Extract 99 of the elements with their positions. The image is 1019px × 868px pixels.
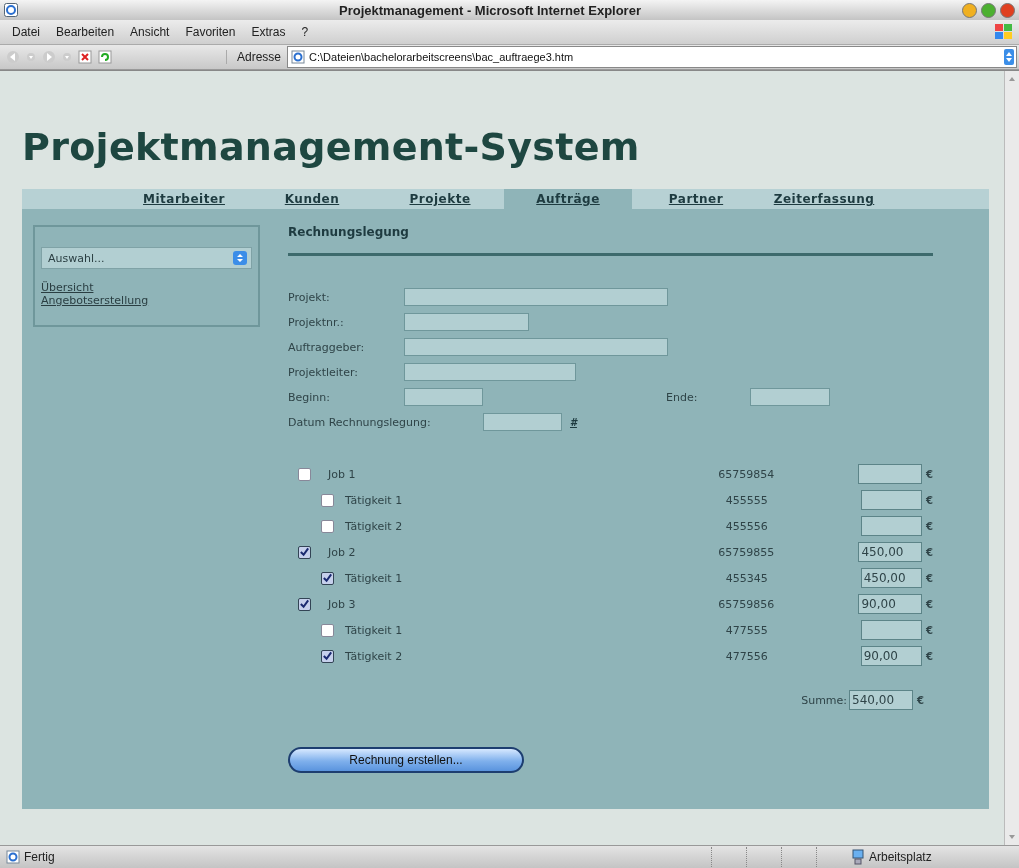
amount-field[interactable]: 450,00 xyxy=(858,542,923,562)
page-heading: Projektmanagement-System xyxy=(22,124,641,171)
checkbox[interactable] xyxy=(321,571,334,585)
dropdown-icon[interactable] xyxy=(26,52,36,62)
input-field[interactable] xyxy=(404,388,483,406)
field-label: Ende: xyxy=(666,390,699,404)
browser-icon xyxy=(4,3,18,17)
field-label: Datum Rechnungslegung: xyxy=(288,415,432,429)
job-label: Job 3 xyxy=(328,597,356,611)
job-number: 455555 xyxy=(725,493,769,507)
scrollbar[interactable] xyxy=(1004,71,1019,845)
nav-tab[interactable]: Zeiterfassung xyxy=(760,189,888,209)
currency-symbol: € xyxy=(926,572,933,584)
currency-symbol: € xyxy=(926,468,933,480)
field-label: Projektnr.: xyxy=(288,315,345,329)
menu-item[interactable]: Bearbeiten xyxy=(48,25,123,39)
menu-item[interactable]: Favoriten xyxy=(177,25,244,39)
checkbox[interactable] xyxy=(321,649,334,663)
menu-item[interactable]: ? xyxy=(293,25,317,39)
nav-tab[interactable]: Mitarbeiter xyxy=(120,189,248,209)
input-field[interactable] xyxy=(404,288,668,306)
nav-tab[interactable]: Projekte xyxy=(376,189,504,209)
close-button[interactable] xyxy=(1000,2,1015,18)
nav-tab[interactable]: Partner xyxy=(632,189,760,209)
sidebar-link[interactable]: Übersicht xyxy=(41,281,94,294)
amount-field[interactable]: 90,00 xyxy=(860,646,923,666)
job-label: Tätigkeit 1 xyxy=(345,623,403,637)
input-field[interactable] xyxy=(483,413,562,431)
checkbox[interactable] xyxy=(298,597,311,611)
checkbox[interactable] xyxy=(321,623,334,637)
windows-logo-icon xyxy=(993,22,1015,42)
job-number: 477555 xyxy=(725,623,769,637)
checkbox[interactable] xyxy=(298,545,311,559)
checkbox[interactable] xyxy=(298,467,311,481)
menu-item[interactable]: Datei xyxy=(4,25,48,39)
currency-symbol: € xyxy=(926,520,933,532)
scroll-down-icon[interactable] xyxy=(1008,833,1016,841)
field-label: Projekt: xyxy=(288,290,331,304)
currency-symbol: € xyxy=(926,650,933,662)
job-label: Tätigkeit 1 xyxy=(345,493,403,507)
checkbox[interactable] xyxy=(321,493,334,507)
nav-tab[interactable]: Aufträge xyxy=(504,189,632,209)
amount-field[interactable]: 90,00 xyxy=(858,594,923,614)
job-number: 455345 xyxy=(725,571,769,585)
input-field[interactable] xyxy=(404,313,529,331)
job-label: Tätigkeit 2 xyxy=(345,649,403,663)
sum-field[interactable]: 540,00 xyxy=(849,690,914,710)
field-label: Beginn: xyxy=(288,390,331,404)
job-label: Job 2 xyxy=(328,545,356,559)
address-field[interactable]: C:\Dateien\bachelorarbeitscreens\bac_auftraege3.htm xyxy=(287,46,1017,68)
checkbox[interactable] xyxy=(321,519,334,533)
menu-item[interactable]: Extras xyxy=(243,25,294,39)
page-icon xyxy=(6,850,20,864)
amount-field[interactable] xyxy=(860,620,923,640)
currency-symbol: € xyxy=(917,694,924,706)
back-icon[interactable] xyxy=(6,50,20,64)
create-invoice-button[interactable]: Rechnung erstellen... xyxy=(288,747,524,773)
stop-icon[interactable] xyxy=(78,50,92,64)
field-label: Auftraggeber: xyxy=(288,340,366,354)
input-field[interactable] xyxy=(750,388,830,406)
dropdown-icon xyxy=(233,251,247,265)
computer-icon xyxy=(851,849,865,865)
nav-tab[interactable]: Kunden xyxy=(248,189,376,209)
select-field[interactable]: Auswahl... xyxy=(41,247,252,269)
status-text: Fertig xyxy=(24,850,55,864)
dropdown-icon[interactable] xyxy=(62,52,72,62)
job-label: Tätigkeit 2 xyxy=(345,519,403,533)
currency-symbol: € xyxy=(926,598,933,610)
job-number: 455556 xyxy=(725,519,769,533)
refresh-icon[interactable] xyxy=(98,50,112,64)
zone-text: Arbeitsplatz xyxy=(869,850,933,864)
input-field[interactable] xyxy=(404,363,576,381)
date-picker-link[interactable]: # xyxy=(570,416,577,428)
maximize-button[interactable] xyxy=(981,2,996,18)
window-title: Projektmanagement - Microsoft Internet Explorer xyxy=(338,2,642,18)
amount-field[interactable]: 450,00 xyxy=(860,568,923,588)
section-title: Rechnungslegung xyxy=(288,225,410,241)
job-number: 65759854 xyxy=(718,467,776,481)
job-number: 477556 xyxy=(725,649,769,663)
amount-field[interactable] xyxy=(860,516,923,536)
amount-field[interactable] xyxy=(858,464,923,484)
menu-item[interactable]: Ansicht xyxy=(122,25,178,39)
scroll-up-icon[interactable] xyxy=(1008,75,1016,83)
currency-symbol: € xyxy=(926,624,933,636)
job-number: 65759856 xyxy=(718,597,776,611)
job-number: 65759855 xyxy=(718,545,776,559)
job-label: Job 1 xyxy=(328,467,356,481)
job-label: Tätigkeit 1 xyxy=(345,571,403,585)
forward-icon[interactable] xyxy=(42,50,56,64)
currency-symbol: € xyxy=(926,546,933,558)
field-label: Projektleiter: xyxy=(288,365,359,379)
sidebar-link[interactable]: Angebotserstellung xyxy=(41,294,149,307)
page-icon xyxy=(291,50,306,64)
input-field[interactable] xyxy=(404,338,668,356)
minimize-button[interactable] xyxy=(962,2,977,18)
dropdown-icon[interactable] xyxy=(1004,49,1014,65)
amount-field[interactable] xyxy=(860,490,923,510)
sum-label: Summe: xyxy=(801,693,848,707)
currency-symbol: € xyxy=(926,494,933,506)
